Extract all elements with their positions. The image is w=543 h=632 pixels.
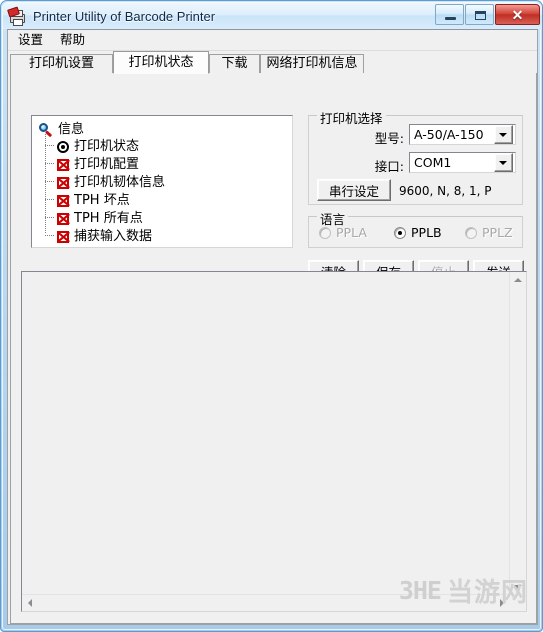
tree-item-printer-status[interactable]: 打印机状态 — [56, 138, 139, 155]
tab-printer-status[interactable]: 打印机状态 — [113, 51, 209, 74]
output-horizontal-scrollbar[interactable] — [22, 594, 510, 611]
tree-item-label: 捕获输入数据 — [74, 229, 153, 244]
tree-connector-branch — [45, 217, 55, 218]
tree-item-printer-config[interactable]: 打印机配置 — [56, 156, 139, 173]
radio-label: PPLZ — [482, 225, 513, 240]
radio-pplb[interactable]: PPLB — [394, 225, 442, 240]
tree-connector-branch — [45, 199, 55, 200]
output-log-area[interactable] — [21, 271, 527, 612]
info-tree[interactable]: 信息 打印机状态 打印机配置 打印机韧体信息 TPH 坏点 TPH 所有点 捕获… — [31, 115, 293, 248]
tree-item-label: 打印机配置 — [74, 157, 140, 172]
tree-connector-branch — [45, 163, 55, 164]
tab-printer-settings[interactable]: 打印机设置 — [10, 54, 113, 73]
model-label: 型号: — [374, 131, 404, 146]
tab-download[interactable]: 下载 — [209, 54, 260, 73]
language-group: 语言 PPLA PPLB PPLZ — [308, 209, 523, 248]
magnifier-icon — [38, 122, 54, 138]
red-x-box-icon — [56, 212, 70, 226]
serial-settings-button[interactable]: 串行设定 — [317, 179, 391, 201]
close-icon: ✕ — [511, 6, 524, 23]
close-button[interactable]: ✕ — [495, 4, 540, 25]
scroll-left-icon[interactable] — [22, 595, 38, 611]
printer-select-group: 打印机选择 型号: A-50/A-150 接口: COM1 串行设定 9600,… — [308, 108, 523, 205]
minimize-button[interactable] — [435, 4, 464, 25]
client-area: 设置 帮助 打印机设置 打印机状态 下载 网络打印机信息 信息 打印机状态 打印… — [7, 29, 538, 625]
scroll-down-icon[interactable] — [510, 579, 526, 595]
tree-item-label: 打印机状态 — [74, 139, 140, 154]
tree-item-tph-bad-dots[interactable]: TPH 坏点 — [56, 192, 130, 209]
scroll-up-icon[interactable] — [510, 272, 526, 288]
tree-item-capture-input-data[interactable]: 捕获输入数据 — [56, 228, 152, 245]
red-x-box-icon — [56, 158, 70, 172]
application-window: Printer Utility of Barcode Printer ✕ 设置 … — [0, 0, 543, 632]
title-bar[interactable]: Printer Utility of Barcode Printer ✕ — [3, 3, 542, 29]
tab-network-printer-info[interactable]: 网络打印机信息 — [260, 54, 364, 73]
interface-combobox[interactable]: COM1 — [409, 152, 516, 173]
tree-item-label: TPH 坏点 — [74, 193, 130, 208]
tab-strip: 打印机设置 打印机状态 下载 网络打印机信息 — [8, 51, 537, 74]
menu-item-help[interactable]: 帮助 — [53, 31, 92, 49]
tree-item-tph-all-dots[interactable]: TPH 所有点 — [56, 210, 143, 227]
printer-select-group-title: 打印机选择 — [317, 108, 386, 127]
window-title: Printer Utility of Barcode Printer — [33, 8, 216, 24]
tree-item-firmware-info[interactable]: 打印机韧体信息 — [56, 174, 165, 191]
interface-combobox-value: COM1 — [414, 155, 452, 170]
red-x-box-icon — [56, 194, 70, 208]
maximize-button[interactable] — [465, 4, 494, 25]
scroll-right-icon[interactable] — [494, 595, 510, 611]
tree-connector-line — [45, 134, 46, 234]
radio-pplz[interactable]: PPLZ — [465, 225, 513, 240]
interface-label: 接口: — [374, 159, 404, 174]
red-x-box-icon — [56, 230, 70, 244]
tree-connector-branch — [45, 145, 55, 146]
tab-page-printer-status: 信息 打印机状态 打印机配置 打印机韧体信息 TPH 坏点 TPH 所有点 捕获… — [10, 73, 537, 624]
minimize-icon — [445, 17, 456, 20]
chevron-down-icon[interactable] — [494, 153, 513, 172]
serial-summary-text: 9600, N, 8, 1, P — [399, 184, 492, 198]
printer-icon — [7, 6, 26, 26]
tree-item-label: 打印机韧体信息 — [74, 175, 166, 190]
tree-connector-branch — [45, 181, 55, 182]
maximize-icon — [475, 11, 486, 20]
output-vertical-scrollbar[interactable] — [509, 272, 526, 595]
radio-indicator — [319, 226, 331, 239]
radio-label: PPLA — [336, 225, 367, 240]
model-combobox[interactable]: A-50/A-150 — [409, 124, 516, 145]
tree-item-label: TPH 所有点 — [74, 211, 143, 226]
model-combobox-value: A-50/A-150 — [414, 127, 484, 142]
radio-indicator — [465, 226, 477, 239]
tree-root-label: 信息 — [58, 122, 85, 137]
radio-indicator — [394, 226, 406, 239]
chevron-down-icon[interactable] — [494, 125, 513, 144]
tree-connector-branch — [45, 235, 55, 236]
caption-buttons: ✕ — [434, 4, 540, 25]
radio-ppla[interactable]: PPLA — [319, 225, 367, 240]
red-x-box-icon — [56, 176, 70, 190]
menu-bar: 设置 帮助 — [8, 30, 537, 51]
radio-label: PPLB — [411, 225, 442, 240]
target-icon — [56, 140, 70, 154]
menu-item-settings[interactable]: 设置 — [11, 31, 50, 49]
scrollbar-corner — [510, 595, 526, 611]
